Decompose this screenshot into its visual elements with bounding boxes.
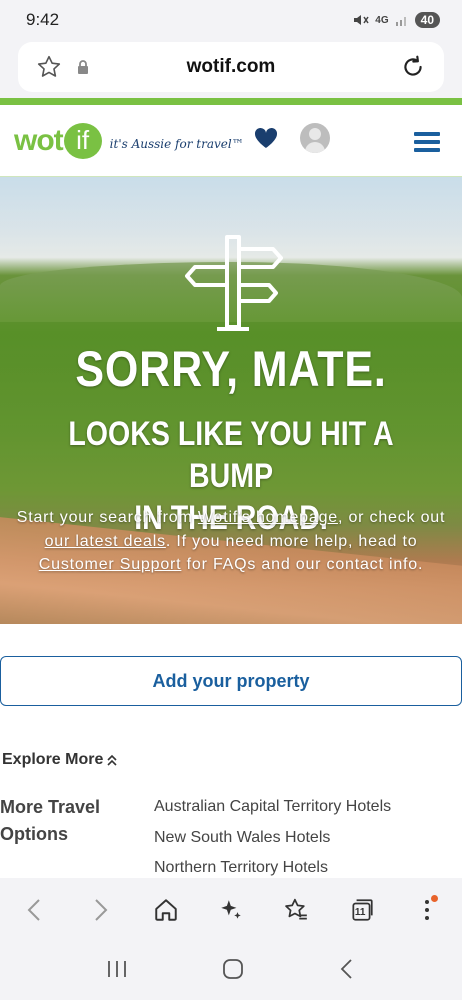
hero-banner: SORRY, MATE. LOOKS LIKE YOU HIT A BUMP I… bbox=[0, 177, 462, 624]
customer-support-link[interactable]: Customer Support bbox=[39, 556, 182, 573]
hotel-links-list: Australian Capital Territory Hotels New … bbox=[154, 798, 391, 890]
add-property-button[interactable]: Add your property bbox=[0, 656, 462, 706]
address-bar[interactable]: wotif.com bbox=[18, 42, 444, 92]
bookmarks-icon[interactable] bbox=[277, 891, 315, 929]
browser-address-area: wotif.com bbox=[0, 40, 462, 98]
mute-icon bbox=[354, 15, 369, 25]
status-bar: 9:42 4G 40 bbox=[0, 0, 462, 40]
hero-body-3: . If you need more help, head to bbox=[165, 532, 418, 550]
brand-stripe bbox=[0, 98, 462, 105]
refresh-icon[interactable] bbox=[398, 52, 428, 82]
back-nav-icon[interactable] bbox=[338, 957, 356, 986]
main-content: Add your property Explore More More Trav… bbox=[0, 624, 462, 878]
latest-deals-link[interactable]: our latest deals bbox=[45, 533, 166, 550]
heart-icon[interactable] bbox=[254, 127, 278, 154]
home-icon[interactable] bbox=[147, 891, 185, 929]
forward-icon[interactable] bbox=[81, 891, 119, 929]
logo-text: wot bbox=[14, 123, 64, 157]
more-travel-options-heading: More Travel Options bbox=[0, 797, 101, 844]
hero-body-1: Start your search from bbox=[16, 509, 198, 526]
signal-icon bbox=[395, 17, 406, 26]
notification-dot bbox=[430, 895, 438, 902]
chevron-up-double-icon bbox=[107, 754, 117, 766]
status-time: 9:42 bbox=[26, 10, 60, 29]
tabs-icon[interactable]: 11 bbox=[343, 891, 381, 929]
network-label: 4G bbox=[375, 14, 389, 26]
home-nav-icon[interactable] bbox=[221, 957, 245, 986]
system-nav-bar bbox=[0, 942, 462, 1000]
account-avatar[interactable] bbox=[300, 123, 330, 153]
signpost-icon bbox=[185, 235, 283, 331]
tabs-count: 11 bbox=[354, 906, 366, 918]
recent-apps-icon[interactable] bbox=[106, 959, 128, 984]
explore-more-label: Explore More bbox=[2, 751, 104, 768]
lock-icon bbox=[68, 52, 98, 82]
hotel-link[interactable]: New South Wales Hotels bbox=[154, 829, 391, 860]
hero-title: SORRY, MATE. bbox=[75, 341, 387, 397]
logo-if: if bbox=[63, 122, 102, 159]
wotif-logo[interactable]: wot if bbox=[14, 122, 102, 159]
hero-body-2: , or check out bbox=[337, 509, 446, 526]
browser-toolbar: 11 bbox=[0, 878, 462, 942]
homepage-link[interactable]: Wotif's homepage bbox=[198, 509, 338, 526]
bookmark-star-icon[interactable] bbox=[34, 52, 64, 82]
battery-indicator: 40 bbox=[414, 12, 440, 28]
hero-body-4: for FAQs and our contact info. bbox=[181, 556, 424, 573]
site-header: wot if it's Aussie for travel™ bbox=[0, 105, 462, 177]
hero-subtitle-line1: LOOKS LIKE YOU HIT A BUMP bbox=[68, 415, 394, 495]
explore-more-toggle[interactable]: Explore More bbox=[2, 751, 117, 769]
more-options-icon[interactable] bbox=[408, 891, 446, 929]
hotel-link[interactable]: Australian Capital Territory Hotels bbox=[154, 798, 391, 829]
status-icons: 4G 40 bbox=[353, 12, 440, 28]
hamburger-menu-icon[interactable] bbox=[414, 132, 440, 156]
tagline: it's Aussie for travel™ bbox=[109, 136, 244, 151]
sparkle-icon[interactable] bbox=[212, 891, 250, 929]
back-icon[interactable] bbox=[16, 891, 54, 929]
hero-body-text: Start your search from Wotif's homepage,… bbox=[14, 506, 448, 577]
